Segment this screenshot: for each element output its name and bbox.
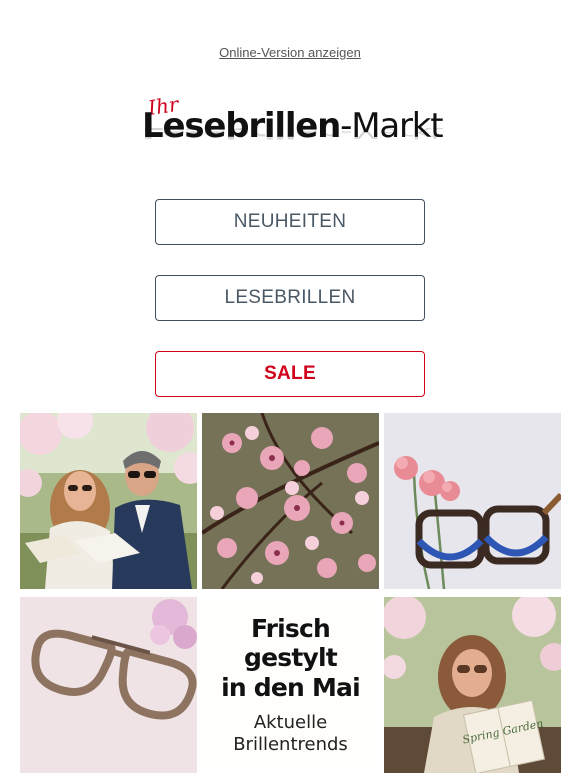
aviator-glasses-image[interactable] bbox=[20, 597, 197, 773]
carnation-glasses-image[interactable] bbox=[384, 413, 561, 589]
nav-button-neuheiten[interactable]: NEUHEITEN bbox=[155, 199, 425, 245]
promo-subline: Aktuelle Brillentrends bbox=[233, 712, 348, 756]
couple-reading-image[interactable] bbox=[20, 413, 197, 589]
logo-reflection: Lesebrillen-Markt bbox=[142, 124, 443, 142]
cherry-blossom-image[interactable] bbox=[202, 413, 379, 589]
nav-button-sale[interactable]: SALE bbox=[155, 351, 425, 397]
product-image-grid: Frisch gestylt in den Mai Aktuelle Brill… bbox=[20, 413, 561, 774]
promo-headline: Frisch gestylt in den Mai bbox=[221, 613, 361, 702]
online-version-link[interactable]: Online-Version anzeigen bbox=[0, 45, 580, 60]
nav-button-lesebrillen[interactable]: LESEBRILLEN bbox=[155, 275, 425, 321]
promo-text-tile[interactable]: Frisch gestylt in den Mai Aktuelle Brill… bbox=[202, 597, 379, 773]
brand-logo[interactable]: Ihr Lesebrillen-Markt Lesebrillen-Markt bbox=[140, 92, 444, 166]
woman-reading-image[interactable]: Spring Garden bbox=[384, 597, 561, 773]
